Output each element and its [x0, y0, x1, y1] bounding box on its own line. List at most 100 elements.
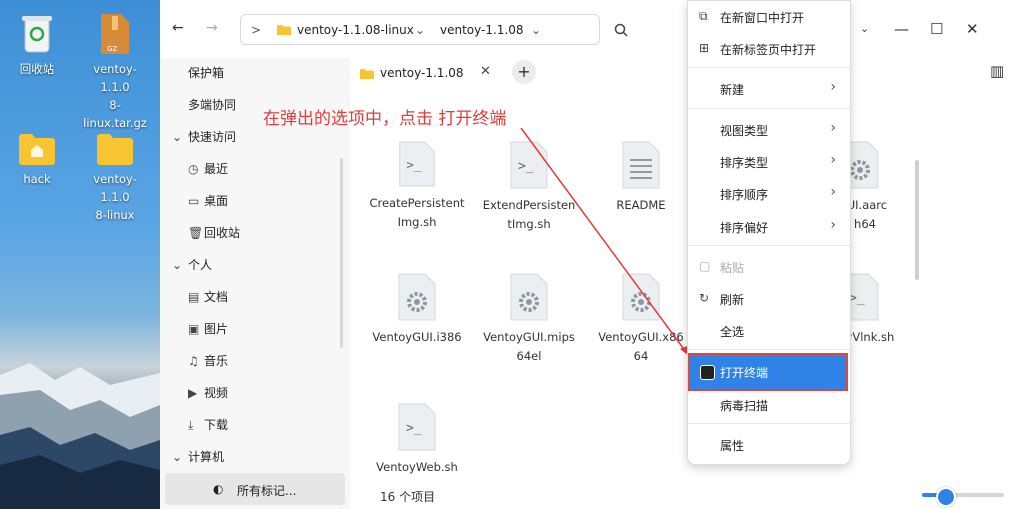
menu-item-sort-order[interactable]: 排序顺序 › [688, 178, 850, 208]
breadcrumb-item[interactable]: ventoy-1.1.08-linux [297, 23, 414, 37]
tab-label: ventoy-1.1.08 [380, 66, 464, 80]
file-name-line2: tImg.sh [507, 217, 551, 231]
chevron-right-icon: › [830, 152, 836, 168]
close-button[interactable]: ✕ [966, 20, 979, 38]
clock-icon: ◷ [188, 162, 199, 176]
file-item[interactable]: >_ CreatePersistent Img.sh [362, 140, 472, 232]
desktop-icon-ventoy-folder[interactable]: ventoy-1.1.0 8-linux [80, 132, 150, 224]
chevron-right-icon: › [830, 79, 836, 95]
menu-item-virus-scan[interactable]: 病毒扫描 [688, 389, 850, 419]
sidebar-scrollbar[interactable] [340, 158, 343, 348]
menu-item-open-terminal[interactable]: 打开终端 [688, 353, 848, 391]
binary-file-icon [622, 273, 660, 321]
view-toggle-icon[interactable]: ▥ [990, 62, 1004, 80]
sidebar-group-computer[interactable]: ⌄ 计算机 [172, 448, 224, 465]
desktop-icon-hack[interactable]: hack [2, 132, 72, 188]
address-bar[interactable]: > ventoy-1.1.08-linux ⌄ ventoy-1.1.08 ⌄ [240, 14, 600, 45]
chevron-down-icon[interactable]: ⌄ [531, 23, 541, 37]
path-toggle-icon[interactable]: > [251, 23, 261, 37]
tab-ventoy[interactable]: ventoy-1.1.08 ✕ [352, 58, 502, 88]
sidebar-item-trash[interactable]: 🗑︎回收站 [188, 224, 240, 241]
file-manager-window: ← → > ventoy-1.1.08-linux ⌄ ventoy-1.1.0… [160, 0, 1024, 509]
desktop-icon-label: hack [23, 172, 51, 186]
zoom-slider-handle[interactable] [936, 487, 956, 507]
content-scrollbar[interactable] [915, 160, 919, 280]
breadcrumb-item[interactable]: ventoy-1.1.08 [440, 23, 524, 37]
refresh-icon: ↻ [699, 291, 710, 305]
menu-item-properties[interactable]: 属性 [688, 429, 850, 459]
sidebar-group-personal[interactable]: ⌄ 个人 [172, 256, 212, 273]
sidebar-item-downloads[interactable]: ⤓ 下载 [188, 416, 228, 433]
file-name: ExtendPersisten [482, 198, 576, 212]
menu-item-sort-preference[interactable]: 排序偏好 › [688, 211, 850, 241]
music-icon: ♫ [188, 354, 199, 368]
binary-file-icon [398, 273, 436, 321]
maximize-button[interactable]: ☐ [930, 20, 943, 38]
sidebar-item-videos[interactable]: ▶ 视频 [188, 384, 228, 401]
file-item[interactable]: >_ VentoyWeb.sh [362, 402, 472, 477]
sidebar-item-music[interactable]: ♫ 音乐 [188, 352, 228, 369]
chevron-down-icon[interactable]: ⌄ [860, 22, 869, 35]
menu-item-paste[interactable]: ▢ 粘贴 [688, 251, 850, 281]
file-item[interactable]: VentoyGUI.x86 64 [586, 272, 696, 366]
chevron-right-icon: › [830, 184, 836, 200]
script-file-icon: >_ [510, 141, 548, 189]
trash-icon [22, 16, 52, 53]
chevron-down-icon[interactable]: ⌄ [415, 23, 425, 37]
toolbar: ← → > ventoy-1.1.08-linux ⌄ ventoy-1.1.0… [160, 0, 1024, 80]
menu-item-refresh[interactable]: ↻ 刷新 [688, 283, 850, 313]
desktop-icon-label-line2: 8-linux [95, 208, 135, 222]
menu-item-open-new-window[interactable]: ⧉ 在新窗口中打开 [688, 1, 850, 31]
chevron-right-icon: › [830, 217, 836, 233]
sidebar-item-all-tags[interactable]: ◐ 所有标记... [165, 473, 345, 505]
tag-icon: ◐ [213, 482, 224, 496]
sidebar-item-vault[interactable]: 保护箱 [188, 64, 224, 81]
menu-item-select-all[interactable]: 全选 [688, 315, 850, 345]
file-item[interactable]: README [586, 140, 696, 215]
desktop-icon-label-line1: ventoy-1.1.0 [93, 172, 137, 204]
annotation-text: 在弹出的选项中，点击 打开终端 [263, 109, 507, 129]
sidebar-item-recent[interactable]: ◷ 最近 [188, 160, 228, 177]
monitor-icon: ▭ [188, 194, 200, 208]
menu-item-sort-type[interactable]: 排序类型 › [688, 146, 850, 176]
desktop-icon-trash[interactable]: 回收站 [2, 12, 72, 78]
menu-separator [688, 245, 850, 246]
new-window-icon: ⧉ [699, 9, 708, 23]
back-button[interactable]: ← [172, 20, 184, 36]
minimize-button[interactable]: — [894, 20, 909, 38]
file-item[interactable]: VentoyGUI.mips 64el [474, 272, 584, 366]
desktop-icon-label-line1: ventoy-1.1.0 [93, 62, 137, 94]
new-tab-icon: ⊞ [699, 41, 710, 55]
sidebar-item-desktop[interactable]: ▭ 桌面 [188, 192, 228, 209]
new-tab-button[interactable]: + [512, 60, 536, 84]
desktop-icon-label: 回收站 [19, 62, 55, 76]
folder-icon [19, 134, 55, 165]
binary-file-icon [510, 273, 548, 321]
trash-icon: 🗑︎ [188, 226, 204, 240]
folder-icon [97, 134, 133, 165]
menu-item-new[interactable]: 新建 › [688, 73, 850, 103]
menu-item-open-new-tab[interactable]: ⊞ 在新标签页中打开 [688, 33, 850, 63]
item-count: 16 个项目 [380, 490, 436, 504]
close-tab-icon[interactable]: ✕ [480, 64, 491, 79]
search-icon[interactable] [614, 23, 628, 37]
menu-separator [688, 67, 850, 68]
text-file-icon [622, 141, 660, 189]
sidebar-item-collab[interactable]: 多端协同 [188, 96, 236, 113]
sidebar-item-pictures[interactable]: ▣ 图片 [188, 320, 228, 337]
desktop-icon-archive[interactable]: GZ ventoy-1.1.0 8-linux.tar.gz [80, 12, 150, 132]
sidebar-item-documents[interactable]: ▤ 文档 [188, 288, 228, 305]
file-name: VentoyGUI.x86 [598, 330, 684, 344]
video-icon: ▶ [188, 386, 198, 400]
menu-separator [688, 108, 850, 109]
menu-item-view-type[interactable]: 视图类型 › [688, 114, 850, 144]
terminal-icon [700, 365, 715, 380]
file-item[interactable]: >_ ExtendPersisten tImg.sh [474, 140, 584, 234]
paste-icon: ▢ [699, 259, 711, 273]
desktop: 回收站 GZ ventoy-1.1.0 8-linux.tar.gz hack … [0, 0, 160, 509]
zoom-slider[interactable] [922, 487, 1004, 507]
forward-button[interactable]: → [206, 20, 218, 36]
file-item[interactable]: VentoyGUI.i386 [362, 272, 472, 347]
file-name: VentoyWeb.sh [376, 460, 458, 474]
sidebar-group-quick[interactable]: ⌄ 快速访问 [172, 128, 236, 145]
